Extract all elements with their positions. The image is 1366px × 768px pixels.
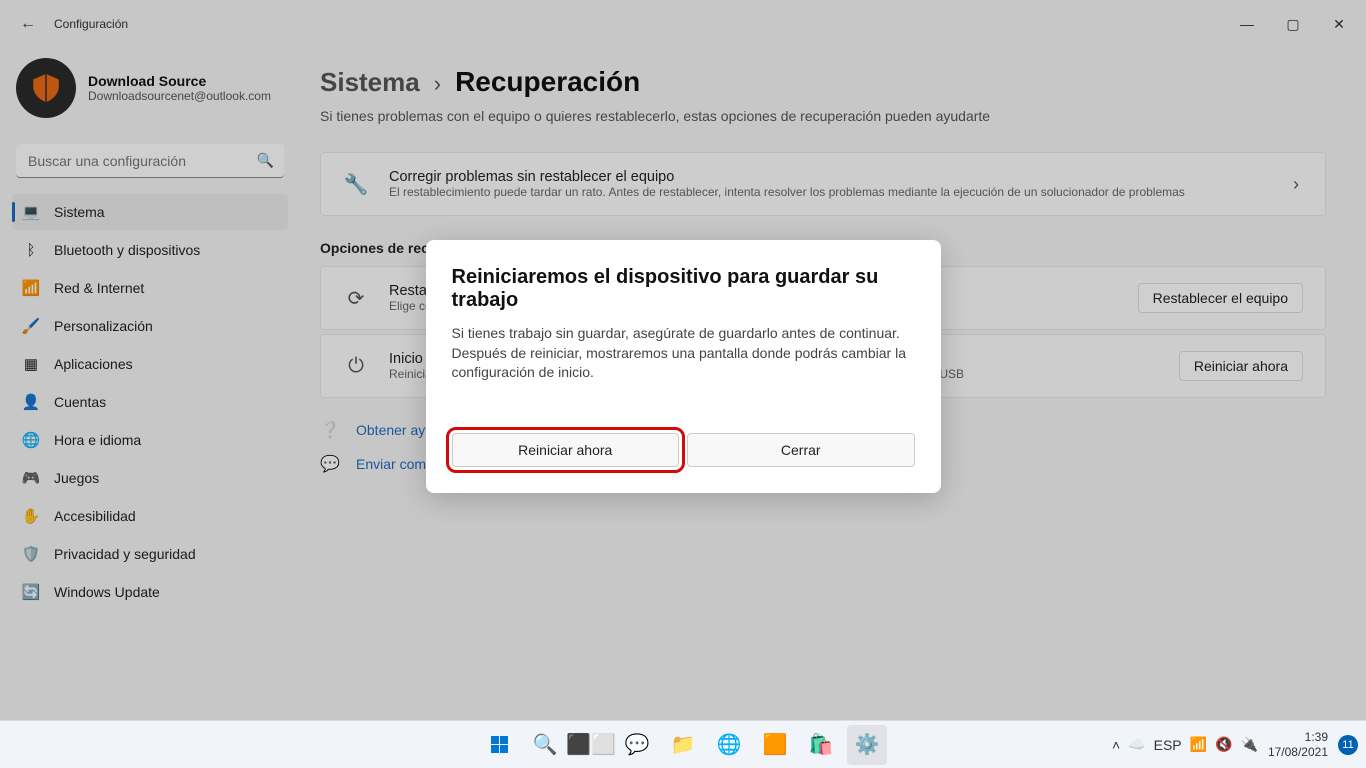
dialog-title: Reiniciaremos el dispositivo para guarda… xyxy=(452,266,915,312)
tray-wifi-icon[interactable]: 📶 xyxy=(1190,736,1207,753)
notification-badge[interactable]: 11 xyxy=(1338,735,1358,755)
taskbar-office[interactable]: 🟧 xyxy=(755,725,795,765)
start-button[interactable] xyxy=(479,725,519,765)
taskbar-clock[interactable]: 1:39 17/08/2021 xyxy=(1268,730,1328,759)
taskbar: 🔍 ⬛⬜ 💬 📁 🌐 🟧 🛍️ ⚙️ ˄ ☁️ ESP 📶 🔇 🔌 1:39 1… xyxy=(0,720,1366,768)
taskbar-settings[interactable]: ⚙️ xyxy=(847,725,887,765)
tray-chevron-icon[interactable]: ˄ xyxy=(1112,737,1120,753)
tray-battery-icon[interactable]: 🔌 xyxy=(1241,736,1258,753)
taskbar-store[interactable]: 🛍️ xyxy=(801,725,841,765)
tray-onedrive-icon[interactable]: ☁️ xyxy=(1128,736,1145,753)
taskbar-search[interactable]: 🔍 xyxy=(525,725,565,765)
dialog-restart-button[interactable]: Reiniciar ahora xyxy=(452,433,680,467)
dialog-close-button[interactable]: Cerrar xyxy=(687,433,915,467)
dialog-text: Si tienes trabajo sin guardar, asegúrate… xyxy=(452,324,915,383)
modal-overlay: Reiniciaremos el dispositivo para guarda… xyxy=(0,0,1366,768)
clock-time: 1:39 xyxy=(1268,730,1328,744)
restart-dialog: Reiniciaremos el dispositivo para guarda… xyxy=(426,240,941,493)
taskbar-explorer[interactable]: 📁 xyxy=(663,725,703,765)
tray-language[interactable]: ESP xyxy=(1154,737,1182,753)
taskbar-chat[interactable]: 💬 xyxy=(617,725,657,765)
tray-volume-icon[interactable]: 🔇 xyxy=(1215,736,1232,753)
task-view[interactable]: ⬛⬜ xyxy=(571,725,611,765)
clock-date: 17/08/2021 xyxy=(1268,745,1328,759)
taskbar-edge[interactable]: 🌐 xyxy=(709,725,749,765)
